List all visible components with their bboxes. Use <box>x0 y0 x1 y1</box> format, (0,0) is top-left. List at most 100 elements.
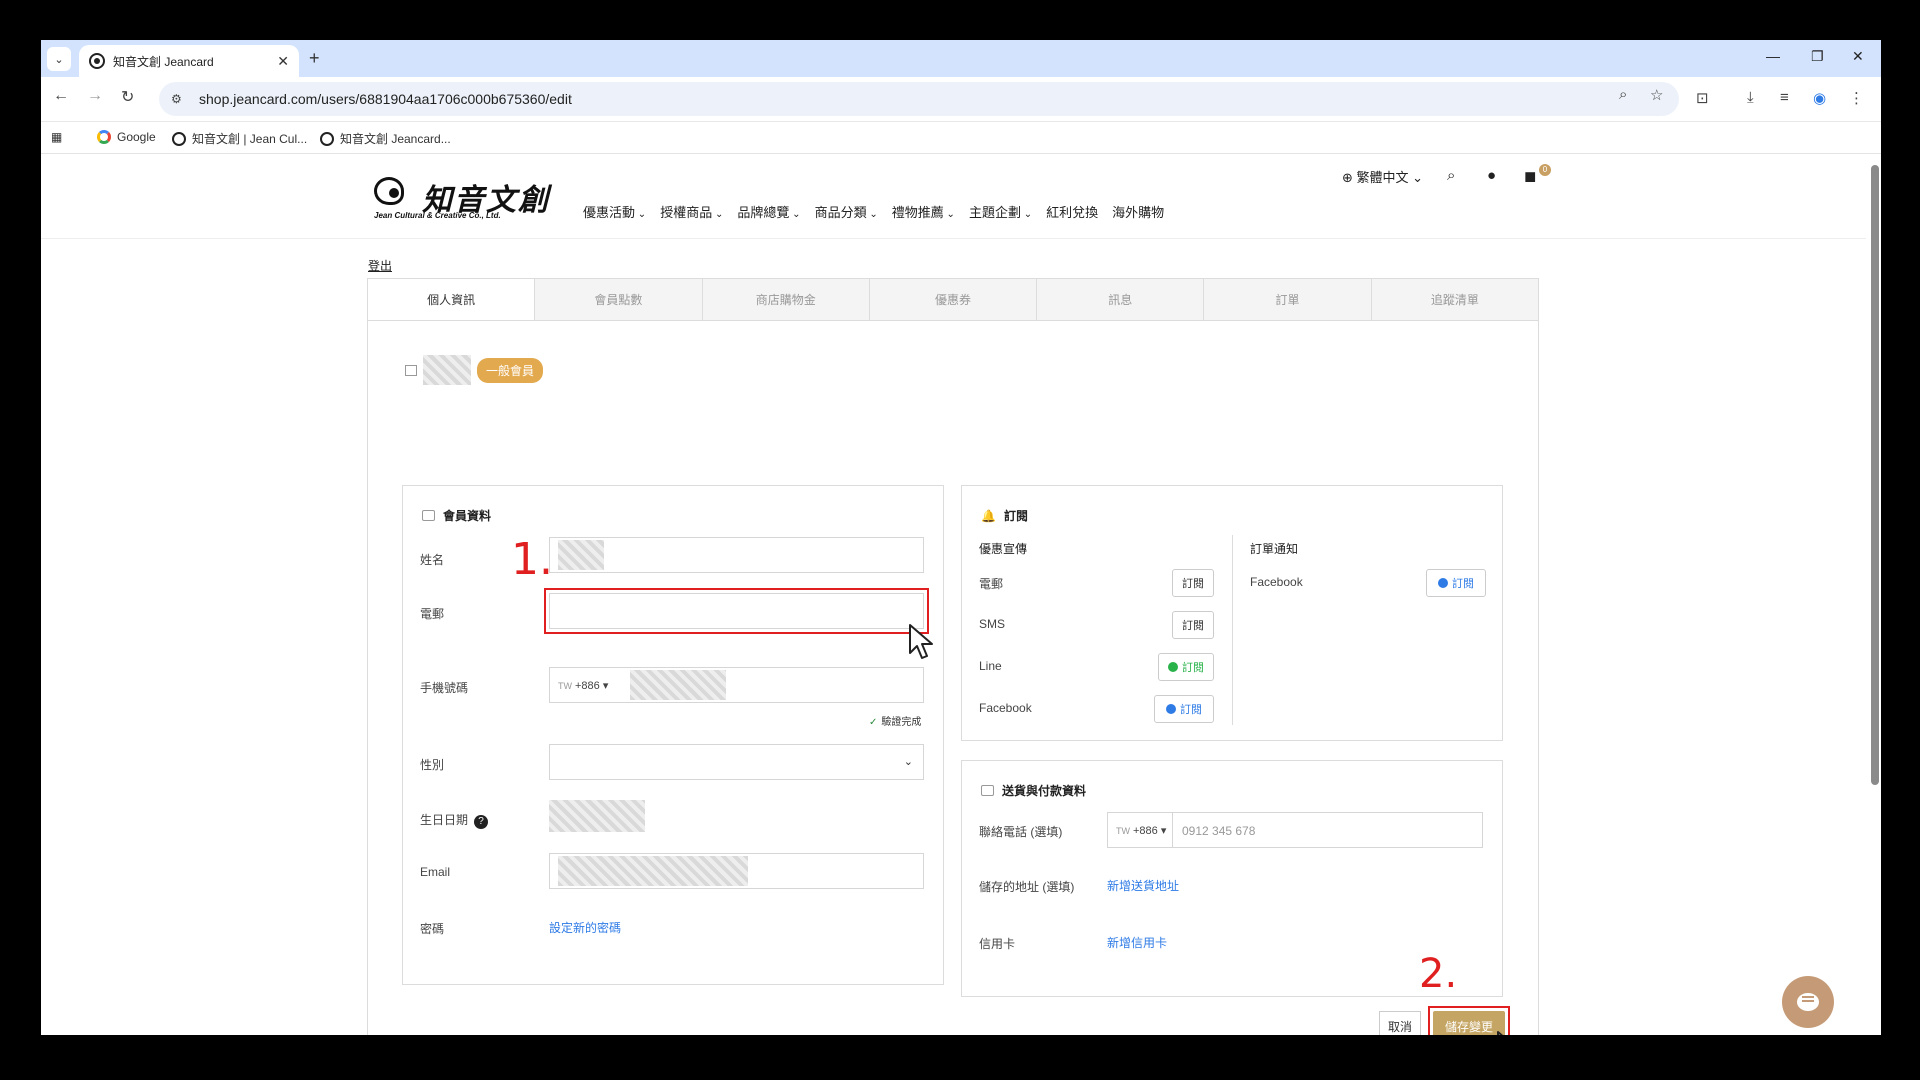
nav-promotions[interactable]: 優惠活動 <box>583 202 646 221</box>
member-summary: 一般會員 <box>405 355 544 385</box>
zoom-icon[interactable]: ⌕ <box>1619 86 1627 103</box>
globe-icon: ⊕ <box>1342 170 1353 185</box>
email-input[interactable] <box>544 588 929 634</box>
tab-profile[interactable]: 個人資訊 <box>368 279 535 320</box>
bookmarks-bar: ▦ Google 知音文創 | Jean Cul... 知音文創 Jeancar… <box>41 122 1881 154</box>
reload-icon[interactable]: ↻ <box>121 87 134 107</box>
nav-licensed-products[interactable]: 授權商品 <box>660 202 723 221</box>
password-label: 密碼 <box>420 922 445 936</box>
site-info-icon[interactable]: ⚙ <box>171 92 189 106</box>
minimize-icon[interactable]: — <box>1766 48 1780 64</box>
email2-label: Email <box>420 865 451 879</box>
nav-themes[interactable]: 主題企劃 <box>969 202 1032 221</box>
subscribe-sms-button[interactable]: 訂閱 <box>1172 611 1214 639</box>
language-selector[interactable]: ⊕ 繁體中文 ⌄ <box>1342 167 1423 186</box>
subscribe-facebook-button[interactable]: 訂閱 <box>1154 695 1214 723</box>
phone-verified-status: ✓ 驗證完成 <box>869 717 922 728</box>
site-header: 知音文創 Jean Cultural & Creative Co., Ltd. … <box>41 155 1866 239</box>
device-frame: ⌄ 知音文創 Jeancard ✕ + — ❐ ✕ ← → ↻ ⚙ shop.j… <box>0 0 1920 1080</box>
menu-icon[interactable]: ⋮ <box>1849 89 1864 107</box>
bookmark-star-icon[interactable]: ☆ <box>1650 86 1663 104</box>
bookmark-jean-cultural[interactable]: 知音文創 | Jean Cul... <box>172 130 307 147</box>
site-logo[interactable]: 知音文創 Jean Cultural & Creative Co., Ltd. <box>370 175 550 225</box>
tab-points[interactable]: 會員點數 <box>534 279 701 320</box>
credit-card-label: 信用卡 <box>979 937 1016 951</box>
birthday-label: 生日日期? <box>420 811 489 829</box>
contact-phone-input[interactable]: TW +886 ▾ 0912 345 678 <box>1107 812 1483 848</box>
messenger-icon <box>1438 578 1448 588</box>
save-changes-button[interactable]: 儲存變更 <box>1433 1011 1505 1035</box>
nav-overseas[interactable]: 海外購物 <box>1112 202 1164 221</box>
tab-search-icon[interactable]: ⌄ <box>47 47 71 71</box>
bell-icon: 🔔 <box>981 508 996 523</box>
sub-email-label: 電郵 <box>979 577 1004 591</box>
chat-button[interactable] <box>1782 976 1834 1028</box>
line-icon <box>1168 662 1178 672</box>
lens-icon[interactable]: ⊡ <box>1696 89 1709 107</box>
blurred-phone <box>630 670 726 700</box>
tab-title: 知音文創 Jeancard <box>113 54 214 69</box>
address-bar[interactable]: ⚙ shop.jeancard.com/users/6881904aa1706c… <box>159 82 1679 116</box>
nav-categories[interactable]: 商品分類 <box>815 202 878 221</box>
restore-icon[interactable]: ❐ <box>1811 48 1824 65</box>
contact-country-select[interactable]: TW +886 ▾ <box>1116 824 1166 837</box>
delivery-title: 送貨與付款資料 <box>981 782 1086 799</box>
member-info-title: 會員資料 <box>422 507 491 524</box>
help-icon[interactable]: ? <box>474 815 489 829</box>
web-page: 知音文創 Jean Cultural & Creative Co., Ltd. … <box>41 155 1881 1035</box>
close-tab-icon[interactable]: ✕ <box>277 53 289 70</box>
forward-icon[interactable]: → <box>87 87 103 105</box>
user-icon[interactable]: ● <box>1487 167 1496 184</box>
profile-icon[interactable]: ◉ <box>1813 89 1826 107</box>
cancel-button[interactable]: 取消 <box>1379 1011 1421 1035</box>
apps-grid-icon[interactable]: ▦ <box>51 130 62 144</box>
cart-icon[interactable]: ◼ <box>1524 167 1536 185</box>
bookmark-jeancard[interactable]: 知音文創 Jeancard... <box>320 130 451 147</box>
media-icon[interactable]: ≡ <box>1780 89 1789 106</box>
tab-coupons[interactable]: 優惠券 <box>868 279 1036 320</box>
nav-brands[interactable]: 品牌總覽 <box>737 202 800 221</box>
bookmark-google[interactable]: Google <box>97 130 156 144</box>
mouse-cursor-icon <box>909 624 933 659</box>
browser-tab[interactable]: 知音文創 Jeancard ✕ <box>79 45 299 77</box>
logout-link[interactable]: 登出 <box>368 257 392 274</box>
contact-phone-placeholder: 0912 345 678 <box>1182 824 1256 838</box>
download-icon[interactable]: ⤓ <box>1747 89 1754 106</box>
back-icon[interactable]: ← <box>53 87 69 105</box>
tab-messages[interactable]: 訊息 <box>1036 279 1203 320</box>
tab-strip: ⌄ 知音文創 Jeancard ✕ + — ❐ ✕ <box>41 40 1881 77</box>
phone-country-select[interactable]: TW +886 ▾ <box>558 679 608 692</box>
search-icon[interactable]: ⌕ <box>1447 167 1455 184</box>
blurred-name <box>558 540 604 570</box>
profile-card-icon <box>422 510 435 521</box>
order-facebook-subscribe-button[interactable]: 訂閱 <box>1426 569 1486 597</box>
chat-bubble-icon <box>1797 993 1819 1011</box>
nav-gifts[interactable]: 禮物推薦 <box>892 202 955 221</box>
blurred-email <box>558 856 748 886</box>
subscribe-line-button[interactable]: 訂閱 <box>1158 653 1214 681</box>
tab-orders[interactable]: 訂單 <box>1203 279 1370 320</box>
order-notify-title: 訂單通知 <box>1250 542 1299 556</box>
new-tab-icon[interactable]: + <box>309 48 320 69</box>
tab-store-credit[interactable]: 商店購物金 <box>701 279 869 320</box>
add-card-link[interactable]: 新增信用卡 <box>1107 934 1167 951</box>
blurred-username <box>423 355 471 385</box>
nav-rewards[interactable]: 紅利兌換 <box>1046 202 1098 221</box>
contact-phone-label: 聯絡電話 (選填) <box>979 825 1063 839</box>
check-icon: ✓ <box>869 717 878 728</box>
gender-label: 性別 <box>420 758 445 772</box>
subscribe-email-button[interactable]: 訂閱 <box>1172 569 1214 597</box>
page-scrollbar[interactable] <box>1871 165 1879 785</box>
browser-toolbar: ← → ↻ ⚙ shop.jeancard.com/users/6881904a… <box>41 77 1881 122</box>
close-window-icon[interactable]: ✕ <box>1852 48 1864 65</box>
order-facebook-label: Facebook <box>1250 575 1303 589</box>
email2-input[interactable] <box>549 853 924 889</box>
add-address-link[interactable]: 新增送貨地址 <box>1107 877 1179 894</box>
saved-address-label: 儲存的地址 (選填) <box>979 880 1075 894</box>
tab-wishlist[interactable]: 追蹤清單 <box>1370 279 1538 320</box>
name-input[interactable] <box>549 537 924 573</box>
gender-select[interactable]: ⌄ <box>549 744 924 780</box>
messenger-icon <box>1166 704 1176 714</box>
phone-input[interactable]: TW +886 ▾ <box>549 667 924 703</box>
set-password-link[interactable]: 設定新的密碼 <box>549 919 621 936</box>
